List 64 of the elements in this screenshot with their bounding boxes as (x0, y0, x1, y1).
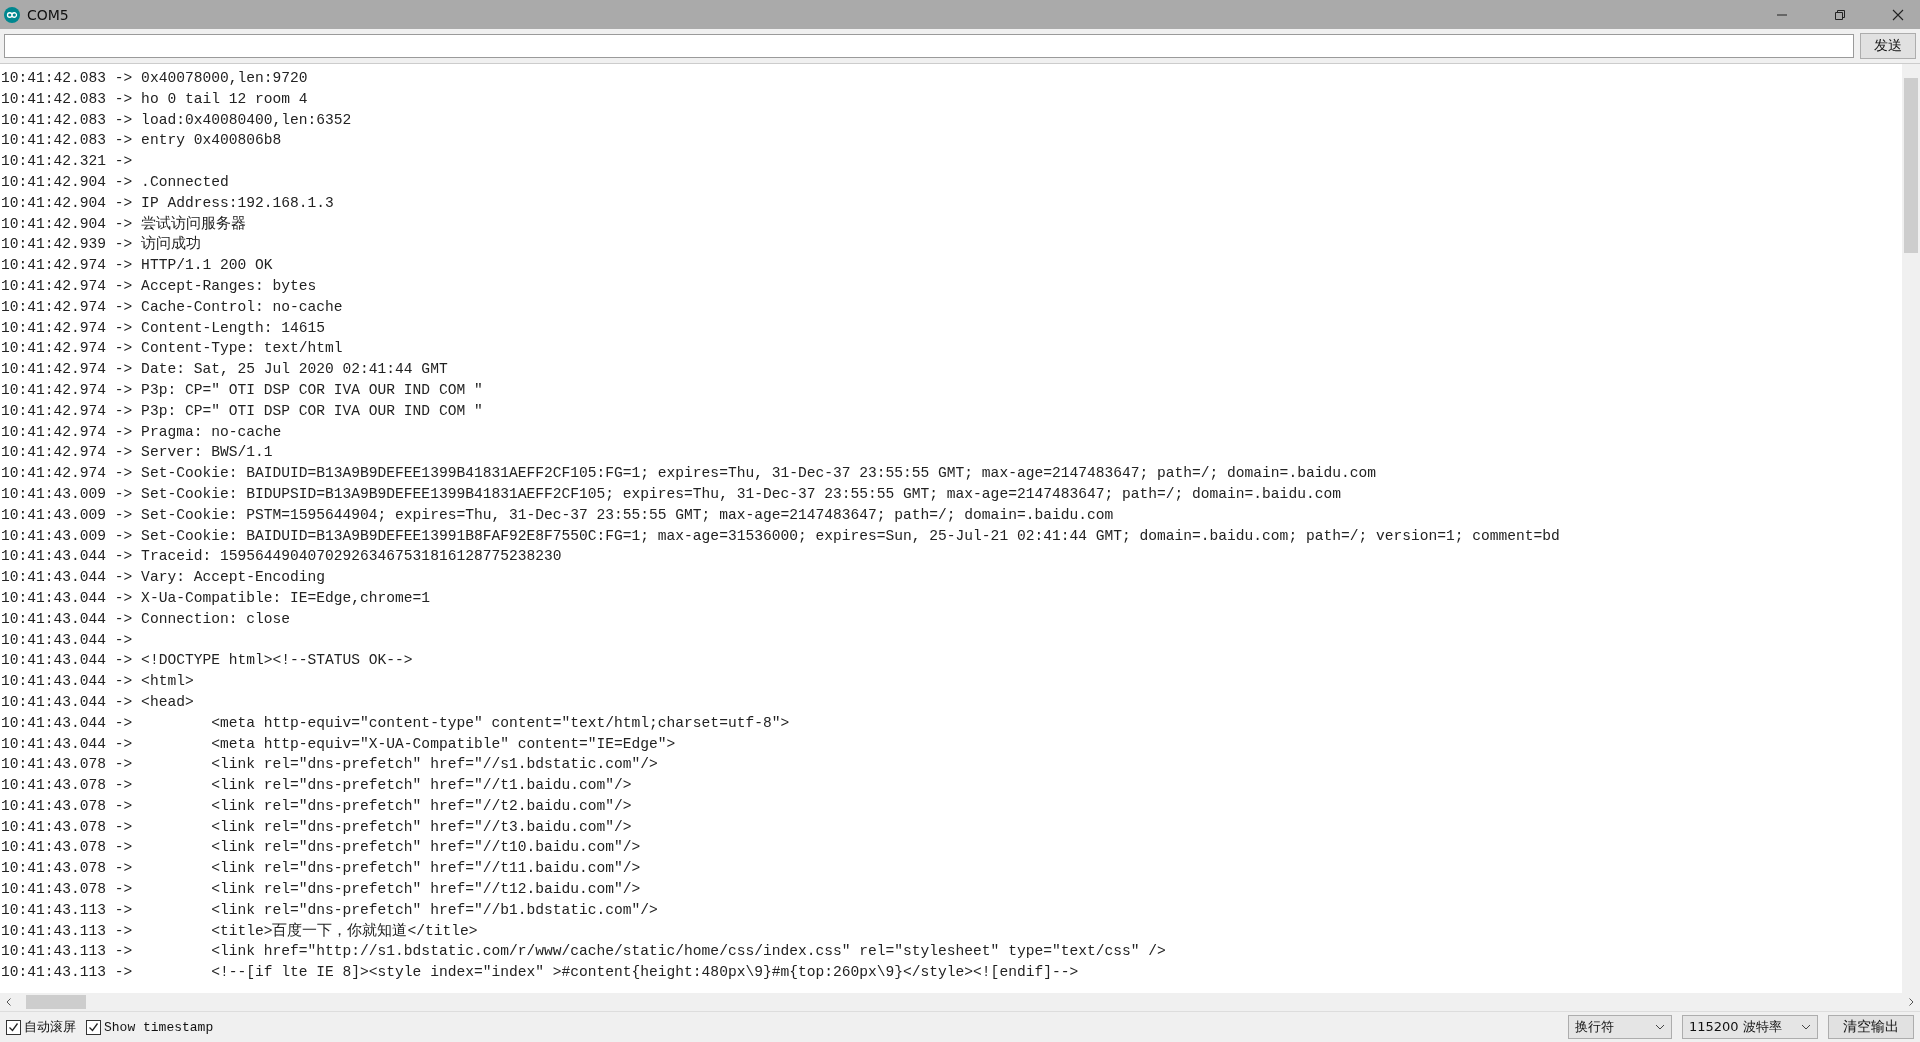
app-icon (4, 6, 20, 23)
clear-output-button[interactable]: 清空输出 (1828, 1015, 1914, 1039)
log-line: 10:41:42.083 -> entry 0x400806b8 (1, 131, 283, 151)
log-line: 10:41:43.044 -> <meta http-equiv="content-type" content="text/html;charset=utf-8"> (1, 713, 791, 733)
baud-rate-dropdown[interactable]: 115200 波特率 (1682, 1015, 1818, 1039)
log-line: 10:41:42.974 -> Date: Sat, 25 Jul 2020 02:41:44 GMT (1, 360, 449, 380)
log-line: 10:41:42.974 -> Set-Cookie: BAIDUID=B13A9B9DEFEE1399B41831AEFF2CF105:FG=1; expires=Thu, 31-Dec-37 23:55:55 GMT; max-age=2147483647; path=/; domain=.baidu.com (1, 464, 1377, 484)
restore-icon[interactable] (1834, 8, 1846, 21)
log-line: 10:41:43.044 -> <!DOCTYPE html><!--STATUS OK--> (1, 651, 414, 671)
log-line: 10:41:42.974 -> P3p: CP=" OTI DSP COR IVA OUR IND COM " (1, 380, 484, 400)
log-line: 10:41:42.083 -> load:0x40080400,len:6352 (1, 110, 353, 130)
log-line: 10:41:43.009 -> Set-Cookie: BAIDUID=B13A9B9DEFEE13991B8FAF92E8F7550C:FG=1; max-age=31536000; expires=Sun, 25-Jul-21 02:41:44 GMT; domain=.baidu.com; path=/; version=1; comment=bd (1, 526, 1561, 546)
log-line: 10:41:42.974 -> Content-Type: text/html (1, 339, 344, 359)
checkbox[interactable] (6, 1019, 21, 1035)
log-line: 10:41:43.044 -> <meta http-equiv="X-UA-Compatible" content="IE=Edge"> (1, 734, 677, 754)
checkbox-label: 自动滚屏 (24, 1018, 76, 1036)
log-line: 10:41:42.974 -> Server: BWS/1.1 (1, 443, 274, 463)
log-line: 10:41:43.044 -> <head> (1, 692, 195, 712)
log-line: 10:41:42.974 -> Pragma: no-cache (1, 422, 283, 442)
line-ending-dropdown[interactable]: 换行符 (1568, 1015, 1672, 1039)
log-line: 10:41:42.083 -> ho 0 tail 12 room 4 (1, 89, 309, 109)
scrollbar-thumb[interactable] (1904, 78, 1918, 253)
log-line: 10:41:42.974 -> Cache-Control: no-cache (1, 297, 344, 317)
send-button[interactable]: 发送 (1860, 33, 1916, 59)
scrollbar-thumb[interactable] (26, 995, 86, 1009)
window-title: COM5 (27, 6, 69, 23)
caret-icon (1655, 1024, 1665, 1030)
log-line: 10:41:42.939 -> 访问成功 (1, 234, 203, 255)
vertical-scrollbar[interactable] (1902, 64, 1920, 993)
log-line: 10:41:43.044 -> Traceid: 159564490407029263467531816128775238230 (1, 547, 563, 567)
log-line: 10:41:42.083 -> 0x40078000,len:9720 (1, 69, 309, 88)
scroll-right-icon[interactable] (1906, 997, 1916, 1007)
checkbox-label: Show timestamp (104, 1019, 214, 1035)
log-line: 10:41:43.078 -> <link rel="dns-prefetch" href="//t3.baidu.com"/> (1, 817, 633, 837)
close-icon[interactable] (1892, 8, 1904, 21)
log-line: 10:41:43.009 -> Set-Cookie: BIDUPSID=B13A9B9DEFEE1399B41831AEFF2CF105; expires=Thu, 31-Dec-37 23:55:55 GMT; max-age=2147483647; path=/; domain=.baidu.com (1, 484, 1342, 504)
log-line: 10:41:43.044 -> Connection: close (1, 609, 291, 629)
log-line: 10:41:43.044 -> X-Ua-Compatible: IE=Edge,chrome=1 (1, 588, 432, 608)
log-line: 10:41:42.974 -> HTTP/1.1 200 OK (1, 256, 274, 276)
log-line: 10:41:43.113 -> <link href="http://s1.bdstatic.com/r/www/cache/static/home/css/index.css" rel="stylesheet" type="text/css" /> (1, 942, 1167, 962)
checkbox[interactable] (86, 1019, 101, 1035)
log-line: 10:41:42.974 -> Accept-Ranges: bytes (1, 276, 318, 296)
log-line: 10:41:43.078 -> <link rel="dns-prefetch" href="//t1.baidu.com"/> (1, 776, 633, 796)
log-line: 10:41:42.321 -> (1, 152, 134, 172)
log-line: 10:41:43.078 -> <link rel="dns-prefetch" href="//t11.baidu.com"/> (1, 859, 642, 879)
input-field[interactable] (4, 34, 1854, 58)
log-line: 10:41:43.078 -> <link rel="dns-prefetch" href="//t2.baidu.com"/> (1, 796, 633, 816)
log-line: 10:41:43.009 -> Set-Cookie: PSTM=1595644904; expires=Thu, 31-Dec-37 23:55:55 GMT; max-age=2147483647; path=/; domain=.baidu.com (1, 505, 1115, 525)
log-line: 10:41:43.113 -> <link rel="dns-prefetch" href="//b1.bdstatic.com"/> (1, 900, 659, 920)
log-line: 10:41:42.974 -> Content-Length: 14615 (1, 318, 327, 338)
log-line: 10:41:43.113 -> <title>百度一下，你就知道</title> (1, 921, 479, 941)
log-line: 10:41:43.078 -> <link rel="dns-prefetch" href="//t10.baidu.com"/> (1, 838, 642, 858)
log-line: 10:41:43.113 -> <!--[if lte IE 8]><style index="index" >#content{height:480px\9}#m{top:260px\9}</style><![endif]--> (1, 963, 1080, 983)
log-line: 10:41:43.044 -> Vary: Accept-Encoding (1, 568, 327, 588)
log-line: 10:41:43.044 -> (1, 630, 134, 650)
caret-icon (1801, 1024, 1811, 1030)
scroll-left-icon[interactable] (4, 997, 14, 1007)
log-line: 10:41:43.078 -> <link rel="dns-prefetch" href="//t12.baidu.com"/> (1, 880, 642, 900)
log-line: 10:41:42.904 -> 尝试访问服务器 (1, 214, 248, 234)
log-line: 10:41:43.044 -> <html> (1, 672, 195, 692)
log-line: 10:41:43.078 -> <link rel="dns-prefetch" href="//s1.bdstatic.com"/> (1, 755, 659, 775)
log-line: 10:41:42.974 -> P3p: CP=" OTI DSP COR IVA OUR IND COM " (1, 401, 484, 421)
log-line: 10:41:42.904 -> .Connected (1, 173, 230, 192)
log-line: 10:41:42.904 -> IP Address:192.168.1.3 (1, 193, 335, 213)
